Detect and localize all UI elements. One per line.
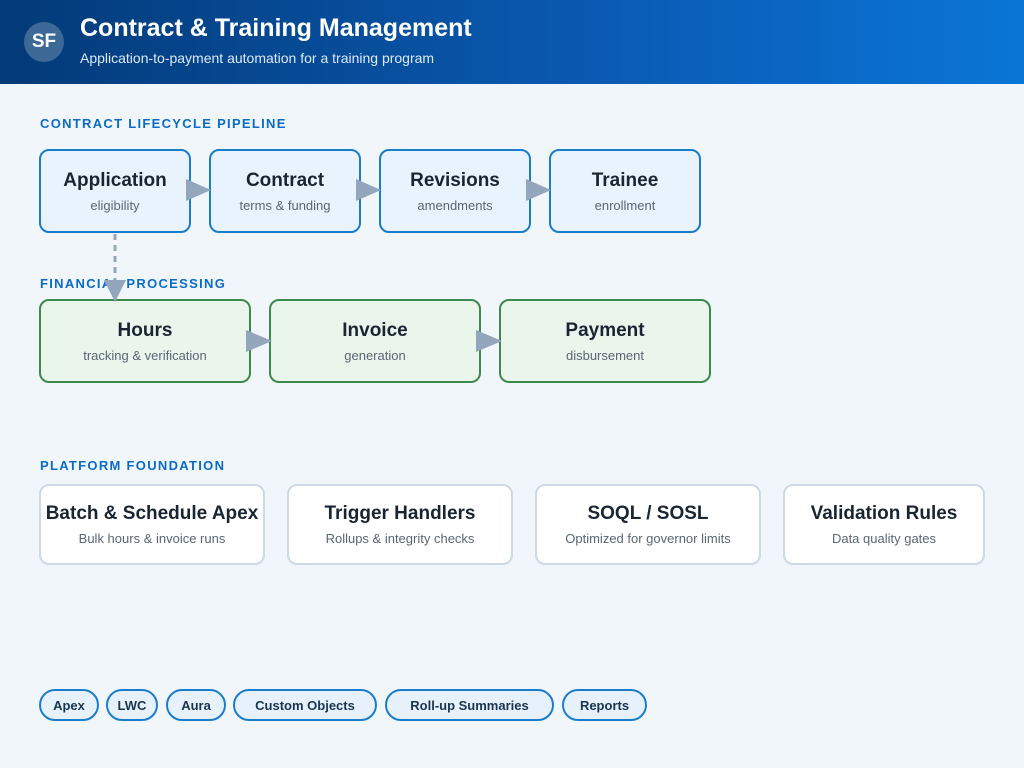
tag-pill[interactable]: Aura — [166, 689, 226, 721]
connector-layer — [104, 179, 551, 352]
arrow-revisions-trainee — [526, 179, 551, 201]
tag-pill[interactable]: Reports — [562, 689, 647, 721]
tag-pill[interactable]: Roll-up Summaries — [385, 689, 554, 721]
arrow-application-hours — [104, 280, 126, 302]
arrow-hours-invoice — [246, 330, 272, 352]
arrow-application-contract — [186, 179, 211, 201]
tag-pill[interactable]: LWC — [106, 689, 158, 721]
tag-pill[interactable]: Custom Objects — [233, 689, 377, 721]
tag-pill[interactable]: Apex — [39, 689, 99, 721]
arrow-contract-revisions — [356, 179, 381, 201]
arrow-invoice-payment — [476, 330, 502, 352]
